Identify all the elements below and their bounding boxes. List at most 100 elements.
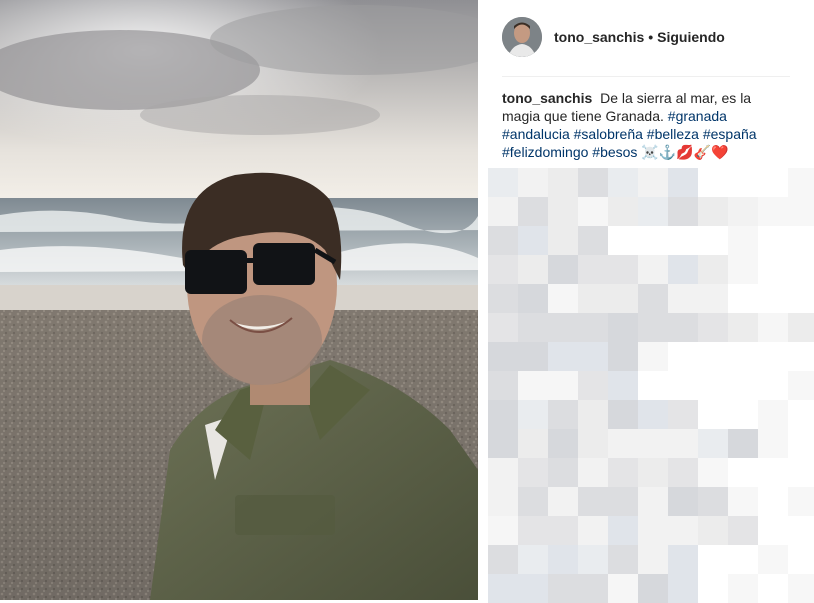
blur-pixel xyxy=(488,458,518,487)
blur-pixel xyxy=(668,255,698,284)
blur-pixel xyxy=(698,516,728,545)
blur-pixel xyxy=(638,574,668,603)
blur-pixel xyxy=(728,429,758,458)
blur-pixel xyxy=(578,255,608,284)
blur-pixel xyxy=(698,313,728,342)
hashtag-link[interactable]: #belleza xyxy=(647,126,699,142)
blur-pixel xyxy=(788,516,814,545)
blur-pixel xyxy=(488,516,518,545)
blur-pixel xyxy=(578,226,608,255)
blur-pixel xyxy=(698,255,728,284)
blur-pixel xyxy=(488,400,518,429)
blur-pixel xyxy=(788,255,814,284)
blur-pixel xyxy=(488,313,518,342)
blur-pixel xyxy=(788,487,814,516)
blur-pixel xyxy=(668,313,698,342)
blur-pixel xyxy=(638,545,668,574)
blur-pixel xyxy=(758,487,788,516)
blur-pixel xyxy=(698,545,728,574)
blur-pixel xyxy=(578,371,608,400)
blur-pixel xyxy=(608,458,638,487)
blur-pixel xyxy=(608,197,638,226)
blur-pixel xyxy=(668,400,698,429)
blur-pixel xyxy=(728,458,758,487)
blur-pixel xyxy=(578,487,608,516)
blur-pixel xyxy=(548,487,578,516)
blur-pixel xyxy=(488,574,518,603)
blur-pixel xyxy=(578,284,608,313)
blur-pixel xyxy=(548,168,578,197)
blur-pixel xyxy=(758,284,788,313)
blur-pixel xyxy=(488,371,518,400)
blur-pixel xyxy=(548,284,578,313)
hashtag-link[interactable]: #besos xyxy=(592,144,637,160)
blur-pixel xyxy=(578,516,608,545)
blur-pixel xyxy=(578,342,608,371)
blur-pixel xyxy=(728,226,758,255)
blur-pixel xyxy=(728,487,758,516)
blur-pixel xyxy=(608,574,638,603)
blur-pixel xyxy=(578,458,608,487)
blur-pixel xyxy=(668,487,698,516)
hashtag-link[interactable]: #salobreña xyxy=(574,126,643,142)
blur-pixel xyxy=(788,284,814,313)
blur-pixel xyxy=(518,284,548,313)
blur-pixel xyxy=(578,574,608,603)
blur-pixel xyxy=(728,371,758,400)
blur-pixel xyxy=(518,545,548,574)
blur-pixel xyxy=(788,313,814,342)
blur-pixel xyxy=(638,168,668,197)
blur-pixel xyxy=(608,313,638,342)
avatar[interactable] xyxy=(502,17,542,57)
post-photo[interactable] xyxy=(0,0,478,600)
blur-pixel xyxy=(668,197,698,226)
blur-pixel xyxy=(698,197,728,226)
profile-photo-icon xyxy=(502,17,542,57)
blur-pixel xyxy=(698,487,728,516)
hashtag-link[interactable]: #felizdomingo xyxy=(502,144,588,160)
blur-pixel xyxy=(518,168,548,197)
caption-username-link[interactable]: tono_sanchis xyxy=(502,90,592,106)
blur-pixel xyxy=(518,458,548,487)
hashtag-link[interactable]: #granada xyxy=(668,108,727,124)
blur-pixel xyxy=(758,255,788,284)
blur-pixel xyxy=(758,400,788,429)
blur-pixel xyxy=(698,574,728,603)
blur-pixel xyxy=(728,313,758,342)
blur-pixel xyxy=(758,458,788,487)
blur-pixel xyxy=(668,545,698,574)
blur-pixel xyxy=(578,429,608,458)
blur-pixel xyxy=(578,313,608,342)
blur-pixel xyxy=(608,400,638,429)
hashtag-link[interactable]: #españa xyxy=(703,126,757,142)
blur-pixel xyxy=(518,429,548,458)
post-caption: tono_sanchis De la sierra al mar, es la … xyxy=(502,89,792,161)
hashtag-link[interactable]: #andalucia xyxy=(502,126,570,142)
blur-pixel xyxy=(758,342,788,371)
blur-pixel xyxy=(638,255,668,284)
blur-pixel xyxy=(518,342,548,371)
blur-pixel xyxy=(608,226,638,255)
blur-pixel xyxy=(698,168,728,197)
blur-pixel xyxy=(608,284,638,313)
blur-pixel xyxy=(488,197,518,226)
blur-pixel xyxy=(698,400,728,429)
blur-pixel xyxy=(638,458,668,487)
blur-pixel xyxy=(608,545,638,574)
blur-pixel xyxy=(488,226,518,255)
blur-pixel xyxy=(728,545,758,574)
blur-pixel xyxy=(638,226,668,255)
username-link[interactable]: tono_sanchis xyxy=(554,29,644,45)
blur-pixel xyxy=(638,400,668,429)
blur-pixel xyxy=(728,197,758,226)
blur-pixel xyxy=(638,313,668,342)
following-button[interactable]: Siguiendo xyxy=(657,29,725,45)
blur-pixel xyxy=(788,226,814,255)
blur-pixel xyxy=(488,342,518,371)
blur-pixel xyxy=(758,371,788,400)
blur-pixel xyxy=(728,255,758,284)
blur-pixel xyxy=(758,545,788,574)
blur-pixel xyxy=(518,574,548,603)
blur-pixel xyxy=(518,226,548,255)
blur-pixel xyxy=(668,516,698,545)
